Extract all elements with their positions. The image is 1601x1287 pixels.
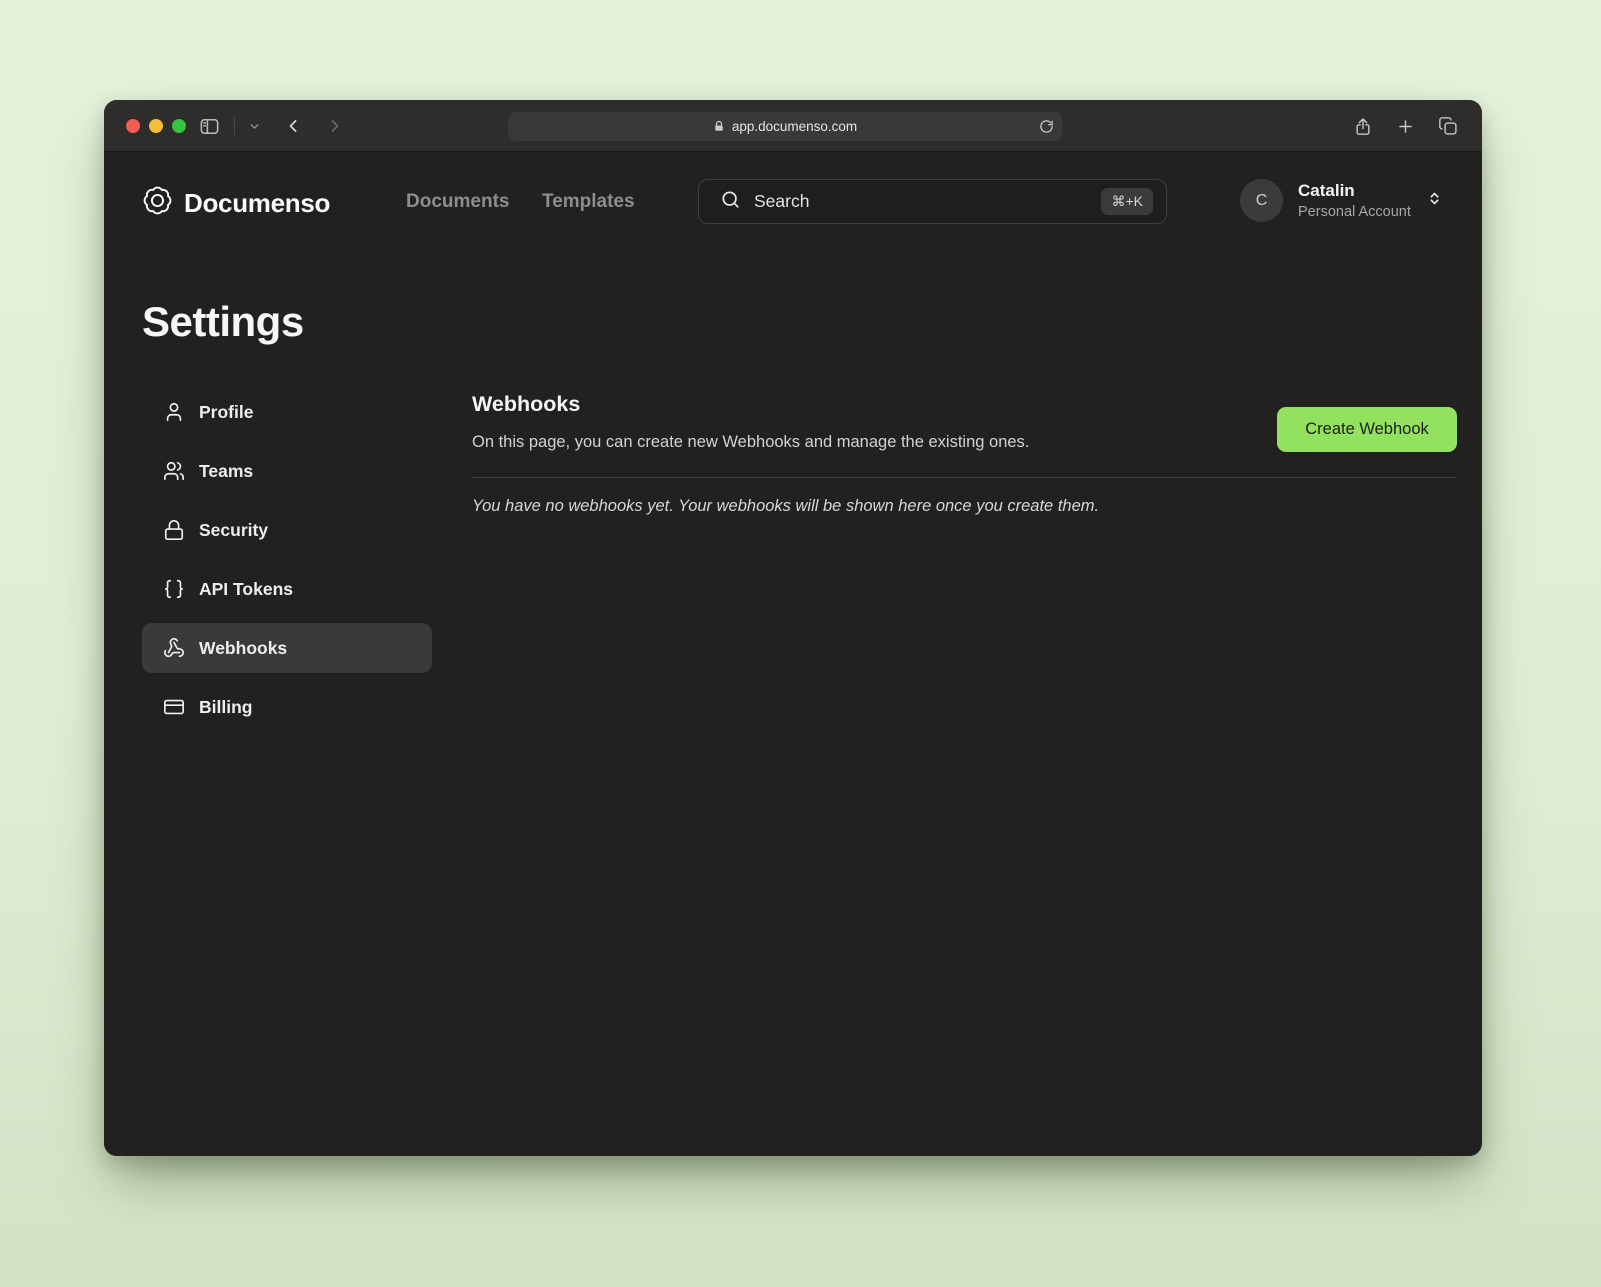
nav-documents[interactable]: Documents — [406, 191, 509, 213]
user-icon — [163, 401, 185, 423]
section-divider — [472, 477, 1457, 478]
search-input[interactable] — [754, 191, 1088, 212]
account-subtitle: Personal Account — [1298, 204, 1411, 220]
address-bar[interactable]: app.documenso.com — [508, 112, 1062, 141]
search-icon — [720, 189, 741, 215]
lock-icon — [163, 519, 185, 541]
create-webhook-button[interactable]: Create Webhook — [1277, 407, 1457, 452]
toolbar-divider — [234, 117, 235, 135]
chevrons-up-down-icon — [1426, 189, 1443, 213]
close-button[interactable] — [126, 119, 140, 133]
page-title: Settings — [142, 298, 304, 346]
share-icon[interactable] — [1353, 116, 1373, 137]
back-icon[interactable] — [283, 116, 303, 136]
sidebar-item-billing[interactable]: Billing — [142, 682, 432, 732]
webhooks-heading: Webhooks — [472, 392, 580, 417]
forward-icon[interactable] — [325, 116, 345, 136]
chevron-down-icon[interactable] — [248, 120, 261, 133]
account-name: Catalin — [1298, 181, 1411, 201]
credit-card-icon — [163, 696, 185, 718]
account-menu[interactable]: C Catalin Personal Account — [1240, 179, 1443, 222]
sidebar-item-security[interactable]: Security — [142, 505, 432, 555]
brand-name: Documenso — [184, 188, 330, 219]
sidebar-item-label: API Tokens — [199, 579, 293, 600]
minimize-button[interactable] — [149, 119, 163, 133]
sidebar-item-api-tokens[interactable]: API Tokens — [142, 564, 432, 614]
sidebar-item-label: Security — [199, 520, 268, 541]
lock-icon — [713, 120, 725, 133]
sidebar-item-label: Billing — [199, 697, 252, 718]
refresh-icon[interactable] — [1039, 119, 1054, 134]
users-icon — [163, 460, 185, 482]
sidebar-item-label: Webhooks — [199, 638, 287, 659]
sidebar-item-webhooks[interactable]: Webhooks — [142, 623, 432, 673]
browser-window: app.documenso.com — [104, 100, 1482, 1156]
search-bar[interactable]: ⌘+K — [698, 179, 1167, 224]
new-tab-icon[interactable] — [1396, 117, 1415, 136]
sidebar-item-teams[interactable]: Teams — [142, 446, 432, 496]
settings-sidebar: Profile Teams Security API Tokens — [142, 387, 432, 732]
braces-icon — [163, 578, 185, 600]
webhooks-description: On this page, you can create new Webhook… — [472, 433, 1029, 452]
zoom-button[interactable] — [172, 119, 186, 133]
nav-templates[interactable]: Templates — [542, 191, 635, 213]
window-controls — [126, 119, 186, 133]
sidebar-toggle-icon[interactable] — [198, 115, 221, 138]
documenso-logo[interactable]: Documenso — [142, 185, 330, 221]
sidebar-item-profile[interactable]: Profile — [142, 387, 432, 437]
documenso-app: Documenso Documents Templates ⌘+K C Cata… — [104, 152, 1482, 1156]
documenso-badge-icon — [142, 185, 173, 221]
webhook-icon — [163, 637, 185, 659]
browser-titlebar: app.documenso.com — [104, 100, 1482, 152]
webhooks-empty-state: You have no webhooks yet. Your webhooks … — [472, 497, 1099, 516]
search-shortcut-badge: ⌘+K — [1101, 188, 1153, 215]
tabs-overview-icon[interactable] — [1438, 116, 1458, 136]
avatar: C — [1240, 179, 1283, 222]
url-text: app.documenso.com — [732, 119, 857, 134]
sidebar-item-label: Teams — [199, 461, 253, 482]
sidebar-item-label: Profile — [199, 402, 253, 423]
